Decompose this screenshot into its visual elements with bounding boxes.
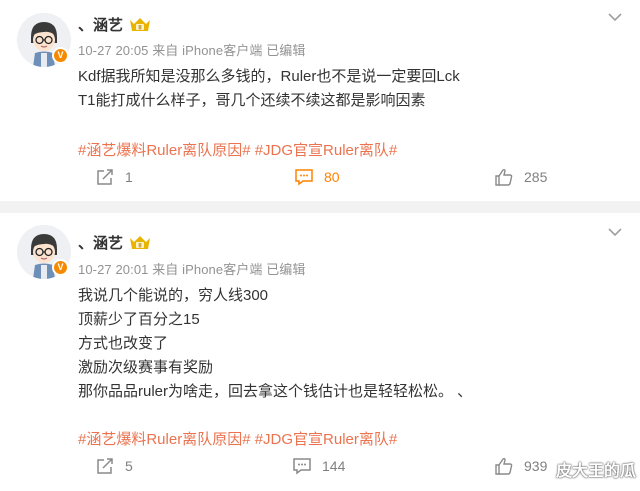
comment-button[interactable]: 144 (292, 457, 345, 475)
like-count: 285 (524, 169, 548, 185)
repost-count: 1 (125, 169, 133, 185)
like-button[interactable]: 939 (494, 457, 547, 475)
repost-button[interactable]: 1 (95, 168, 133, 186)
topic-tags: #涵艺爆料Ruler离队原因# #JDG官宣Ruler离队# (78, 428, 397, 449)
content-line: 激励次级赛事有奖励 (78, 359, 214, 376)
level-badge-text: II (138, 25, 142, 31)
comment-icon (293, 458, 311, 475)
like-icon (495, 168, 513, 186)
content-line: 我说几个能说的，穷人线300 (78, 287, 269, 304)
post-card: V 、涵艺 II 10-27 20:01 来自 iPhone客户端 已编辑 我说… (0, 213, 640, 491)
topic-tag-link[interactable]: #涵艺爆料Ruler离队原因# (78, 431, 251, 448)
action-bar: 5 144 939 (0, 457, 640, 483)
content-line: 那你品品ruler为啥走，回去拿这个钱估计也是轻轻松松。 、 (78, 383, 473, 400)
like-icon (495, 457, 513, 475)
topic-tags: #涵艺爆料Ruler离队原因# #JDG官宣Ruler离队# (78, 139, 397, 160)
watermark-text: 皮大王的瓜 (555, 463, 636, 480)
chevron-down-icon[interactable] (608, 227, 622, 237)
like-button[interactable]: 285 (494, 168, 547, 186)
level-badge-text: II (138, 243, 142, 249)
comment-icon (295, 169, 313, 186)
user-name[interactable]: 、涵艺 (78, 232, 123, 253)
like-count: 939 (524, 458, 548, 474)
post-meta: 10-27 20:01 来自 iPhone客户端 已编辑 (78, 262, 306, 277)
post-card: V 、涵艺 II 10-27 20:05 来自 iPhone客户端 已编辑 Kd… (0, 0, 640, 201)
content-line: T1能打成什么样子，哥几个还续不续这都是影响因素 (78, 92, 426, 109)
content-line: 顶薪少了百分之15 (78, 311, 200, 328)
user-name-row: 、涵艺 II (78, 13, 151, 35)
level-crown-icon: II (130, 235, 151, 249)
content-line: Kdf据我所知是没那么多钱的，Ruler也不是说一定要回Lck (78, 68, 460, 85)
verified-badge: V (52, 259, 69, 276)
content-line: 方式也改变了 (78, 335, 169, 352)
comment-count: 80 (324, 169, 340, 185)
verified-badge: V (52, 47, 69, 64)
chevron-down-icon[interactable] (608, 12, 622, 22)
repost-icon (97, 458, 113, 474)
post-content: 我说几个能说的，穷人线300 顶薪少了百分之15 方式也改变了 激励次级赛事有奖… (78, 284, 616, 404)
topic-tag-link[interactable]: #JDG官宣Ruler离队# (255, 142, 398, 159)
comment-count: 144 (322, 458, 346, 474)
user-name-row: 、涵艺 II (78, 231, 151, 253)
comment-button[interactable]: 80 (294, 168, 340, 186)
repost-icon (97, 169, 113, 185)
post-meta: 10-27 20:05 来自 iPhone客户端 已编辑 (78, 43, 306, 58)
post-divider (0, 201, 640, 213)
action-bar: 1 80 285 (0, 168, 640, 194)
level-crown-icon: II (130, 17, 151, 31)
topic-tag-link[interactable]: #JDG官宣Ruler离队# (255, 431, 398, 448)
topic-tag-link[interactable]: #涵艺爆料Ruler离队原因# (78, 142, 251, 159)
user-name[interactable]: 、涵艺 (78, 14, 123, 35)
post-content: Kdf据我所知是没那么多钱的，Ruler也不是说一定要回Lck T1能打成什么样… (78, 65, 616, 113)
repost-button[interactable]: 5 (95, 457, 133, 475)
repost-count: 5 (125, 458, 133, 474)
